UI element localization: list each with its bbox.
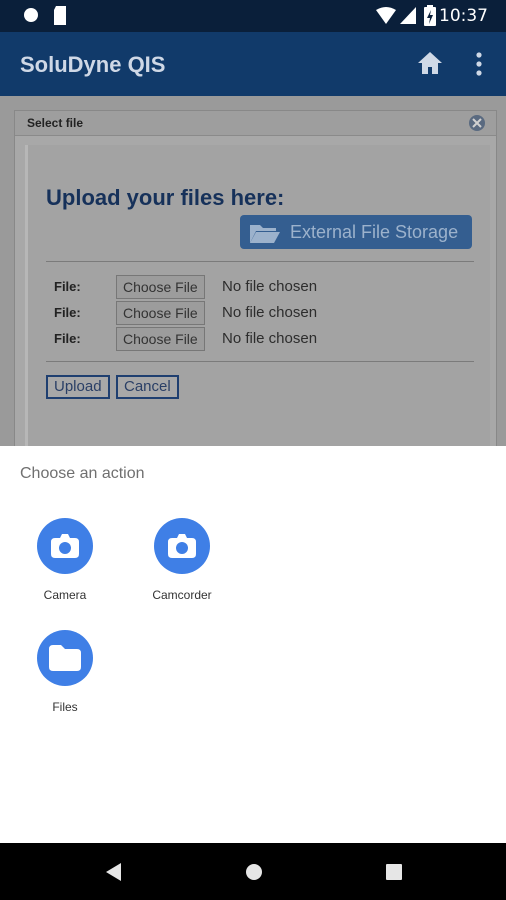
choose-file-button[interactable]: Choose File [116, 275, 205, 299]
navigation-bar [0, 843, 506, 900]
overflow-menu-icon[interactable] [476, 52, 482, 76]
file-label: File: [54, 331, 81, 346]
notification-dot-icon [24, 8, 38, 22]
divider [46, 361, 474, 362]
upload-button[interactable]: Upload [46, 375, 110, 399]
camera-icon [37, 518, 93, 574]
app-option-camera[interactable]: Camera [15, 518, 115, 602]
battery-charging-icon [424, 5, 436, 26]
home-icon[interactable] [418, 52, 442, 74]
file-status: No file chosen [222, 304, 318, 321]
clock: 10:37 [439, 6, 488, 26]
file-label: File: [54, 279, 81, 294]
file-row: File: Choose File No file chosen [54, 327, 474, 351]
app-label: Camera [43, 588, 87, 602]
folder-open-icon [250, 225, 280, 243]
file-label: File: [54, 305, 81, 320]
cancel-button[interactable]: Cancel [116, 375, 179, 399]
sd-card-icon [54, 6, 66, 25]
choose-action-sheet: Choose an action Camera Camcorder Files [0, 446, 506, 843]
app-option-files[interactable]: Files [15, 630, 115, 714]
camera-icon [154, 518, 210, 574]
file-row: File: Choose File No file chosen [54, 275, 474, 299]
file-status: No file chosen [222, 278, 318, 295]
app-title: SoluDyne QIS [20, 52, 166, 77]
dialog-title: Select file [27, 116, 84, 130]
app-label: Files [52, 700, 78, 714]
upload-heading: Upload your files here: [46, 185, 285, 210]
recents-icon[interactable] [386, 864, 402, 880]
dialog-body: Upload your files here: External File St… [25, 145, 490, 455]
status-bar: 10:37 [0, 0, 506, 32]
divider [46, 261, 474, 262]
app-bar: SoluDyne QIS [0, 32, 506, 96]
wifi-icon [376, 7, 396, 24]
back-icon[interactable] [106, 863, 122, 881]
select-file-dialog: Select file Upload your files here: Exte… [14, 110, 497, 455]
dialog-header: Select file [15, 111, 496, 136]
sheet-title: Choose an action [20, 465, 145, 482]
close-icon[interactable] [468, 114, 486, 132]
choose-file-button[interactable]: Choose File [116, 327, 205, 351]
choose-file-button[interactable]: Choose File [116, 301, 205, 325]
webview: Select file Upload your files here: Exte… [0, 96, 506, 455]
external-file-storage-label: External File Storage [290, 222, 459, 242]
home-nav-icon[interactable] [245, 863, 263, 881]
folder-icon [37, 630, 93, 686]
file-row: File: Choose File No file chosen [54, 301, 474, 325]
app-option-camcorder[interactable]: Camcorder [132, 518, 232, 602]
file-status: No file chosen [222, 330, 318, 347]
external-file-storage-button[interactable]: External File Storage [240, 215, 472, 249]
signal-icon [400, 7, 416, 24]
app-label: Camcorder [152, 588, 212, 602]
